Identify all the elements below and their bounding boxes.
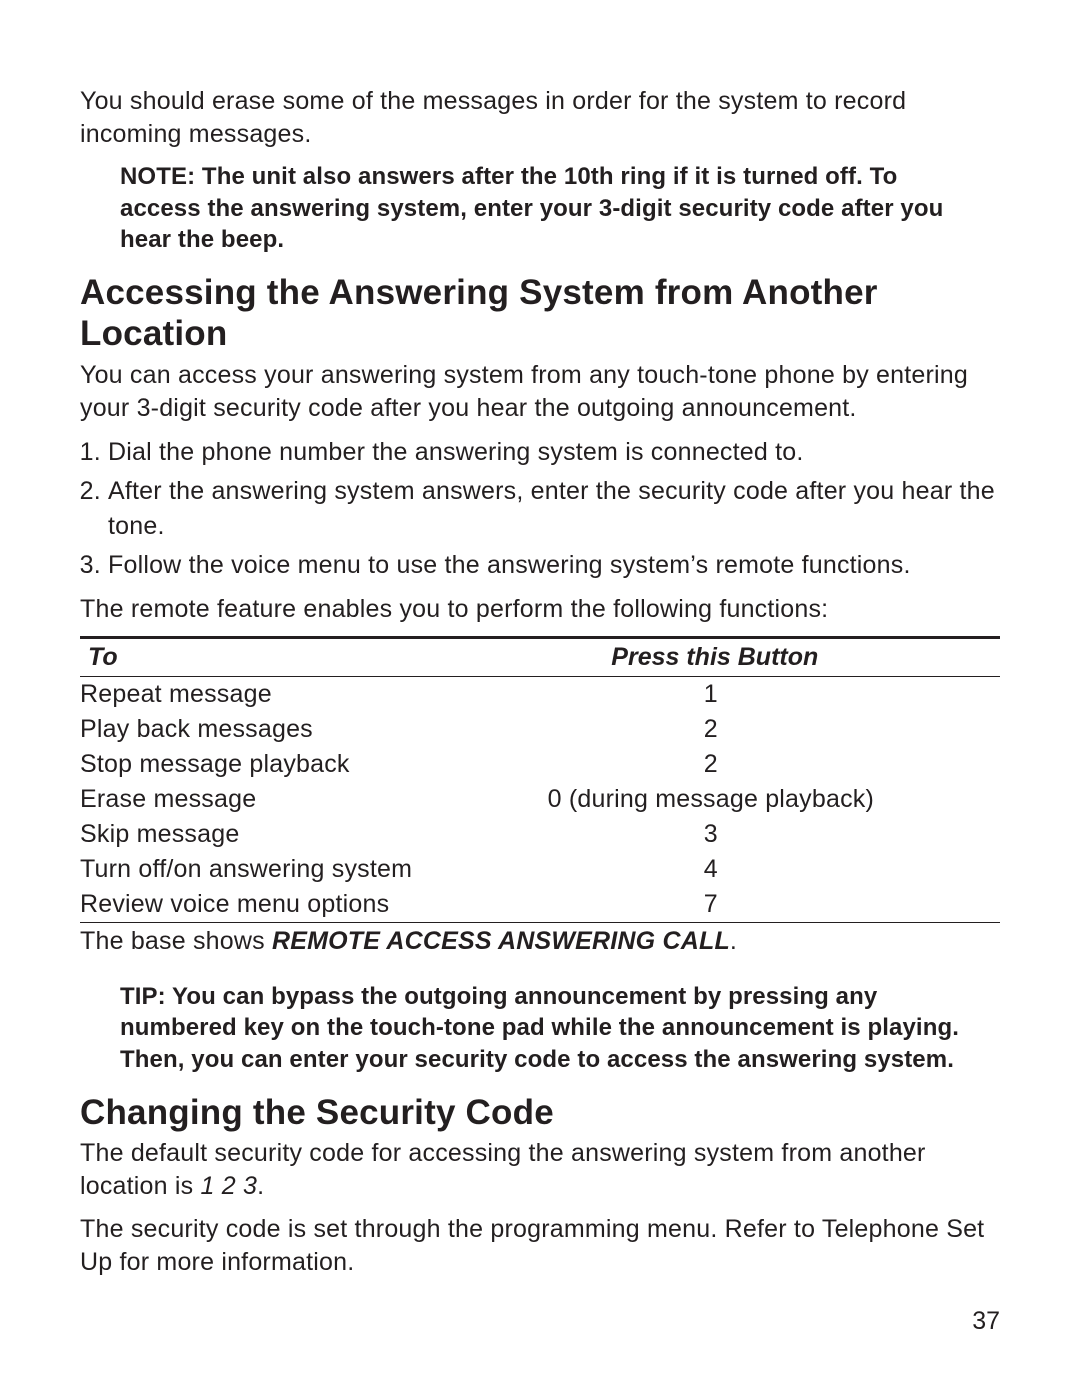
cell-to: Stop message playback (80, 747, 430, 782)
table-row: Review voice menu options 7 (80, 887, 1000, 923)
step-item: After the answering system answers, ente… (108, 474, 1000, 544)
table-row: Repeat message 1 (80, 676, 1000, 712)
remote-access-steps-list: Dial the phone number the answering syst… (80, 435, 1000, 583)
cell-button: 3 (430, 817, 1000, 852)
after-table-emph: REMOTE ACCESS ANSWERING CALL (272, 927, 730, 955)
page-number: 37 (972, 1307, 1000, 1336)
p1-code: 1 2 3 (201, 1172, 258, 1200)
table-row: Play back messages 2 (80, 712, 1000, 747)
table-header-button: Press this Button (430, 637, 1000, 676)
section-heading-security-code: Changing the Security Code (80, 1092, 1000, 1133)
cell-button: 0 (during message playback) (430, 782, 1000, 817)
section-heading-remote-access: Accessing the Answering System from Anot… (80, 272, 1000, 355)
cell-button: 2 (430, 712, 1000, 747)
cell-to: Skip message (80, 817, 430, 852)
cell-to: Erase message (80, 782, 430, 817)
security-code-p1: The default security code for accessing … (80, 1137, 1000, 1203)
cell-to: Play back messages (80, 712, 430, 747)
after-table-suffix: . (730, 927, 737, 955)
cell-button: 2 (430, 747, 1000, 782)
table-row: Skip message 3 (80, 817, 1000, 852)
note-block: NOTE: The unit also answers after the 10… (120, 161, 980, 256)
table-row: Stop message playback 2 (80, 747, 1000, 782)
tip-block: TIP: You can bypass the outgoing announc… (120, 981, 980, 1076)
cell-button: 7 (430, 887, 1000, 923)
cell-button: 1 (430, 676, 1000, 712)
table-header-to: To (80, 637, 430, 676)
after-table-prefix: The base shows (80, 927, 272, 955)
cell-to: Repeat message (80, 676, 430, 712)
manual-page: You should erase some of the messages in… (0, 0, 1080, 1374)
table-row: Erase message 0 (during message playback… (80, 782, 1000, 817)
after-steps-text: The remote feature enables you to perfor… (80, 593, 1000, 626)
table-row: Turn off/on answering system 4 (80, 852, 1000, 887)
cell-to: Review voice menu options (80, 887, 430, 923)
section1-intro: You can access your answering system fro… (80, 359, 1000, 425)
cell-to: Turn off/on answering system (80, 852, 430, 887)
remote-functions-table: To Press this Button Repeat message 1 Pl… (80, 636, 1000, 923)
after-table-line: The base shows REMOTE ACCESS ANSWERING C… (80, 927, 1000, 956)
step-item: Dial the phone number the answering syst… (108, 435, 1000, 470)
cell-button: 4 (430, 852, 1000, 887)
intro-paragraph: You should erase some of the messages in… (80, 85, 1000, 151)
step-item: Follow the voice menu to use the answeri… (108, 548, 1000, 583)
security-code-p2: The security code is set through the pro… (80, 1213, 1000, 1279)
p1-suffix: . (257, 1172, 264, 1200)
